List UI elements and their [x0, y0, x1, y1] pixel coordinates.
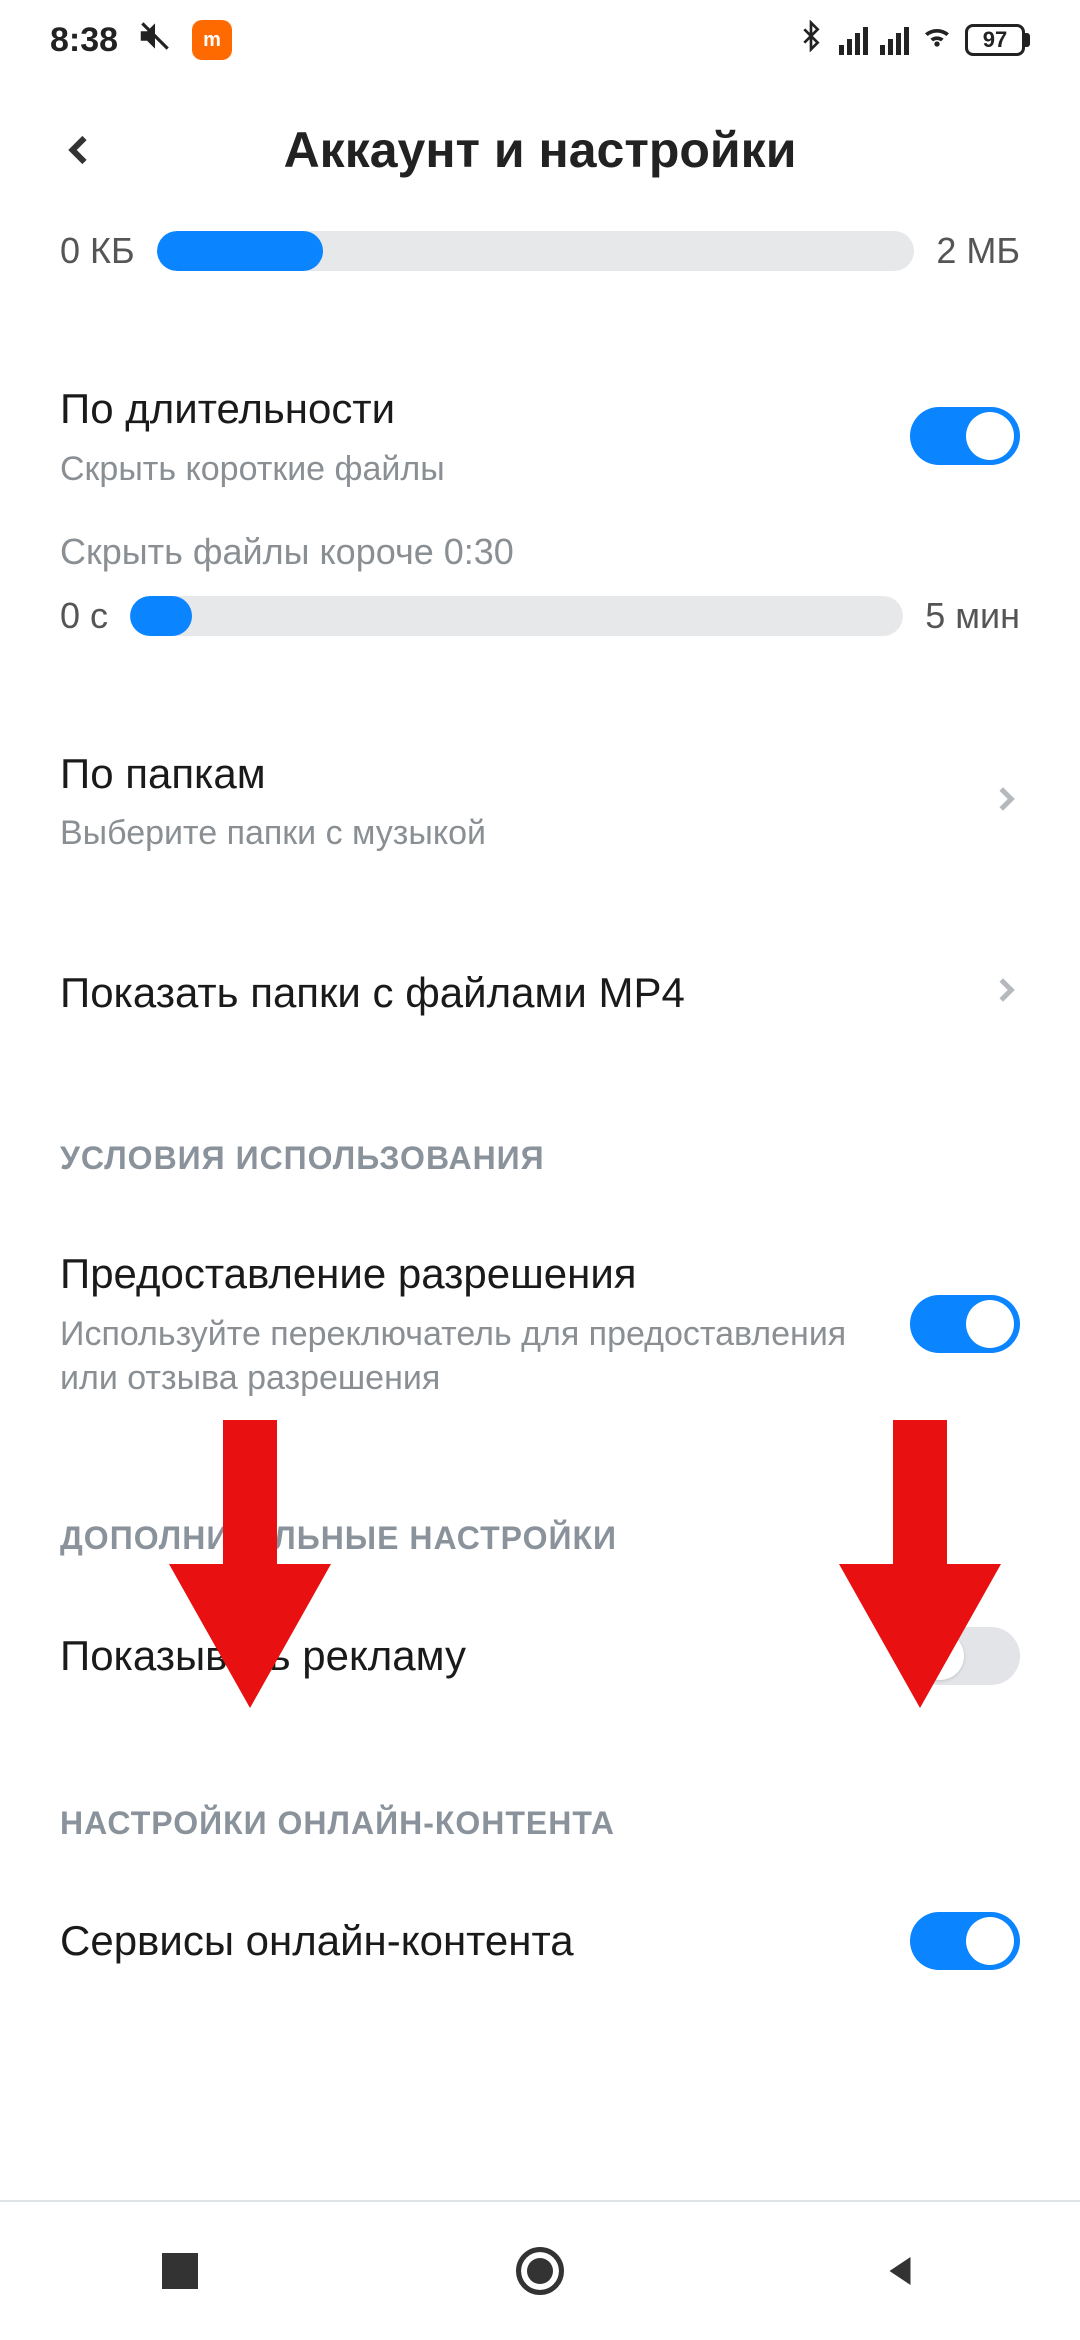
mp4-title: Показать папки с файлами MP4	[60, 966, 990, 1021]
chevron-right-icon	[990, 784, 1020, 819]
size-slider-track[interactable]	[157, 231, 915, 271]
duration-toggle[interactable]	[910, 407, 1020, 465]
status-time: 8:38	[50, 21, 118, 60]
folders-title: По папкам	[60, 747, 990, 802]
nav-home-button[interactable]	[510, 2241, 570, 2301]
system-nav-bar	[0, 2200, 1080, 2340]
online-services-title: Сервисы онлайн-контента	[60, 1914, 880, 1969]
permission-toggle[interactable]	[910, 1295, 1020, 1353]
annotation-arrow-left	[160, 1420, 340, 1713]
online-services-toggle[interactable]	[910, 1912, 1020, 1970]
section-terms: УСЛОВИЯ ИСПОЛЬЗОВАНИЯ	[60, 1140, 1020, 1177]
size-slider-fill	[157, 231, 324, 271]
chevron-right-icon	[990, 975, 1020, 1010]
size-min-label: 0 КБ	[60, 230, 135, 272]
battery-indicator: 97	[965, 24, 1030, 56]
status-bar: 8:38 m 97	[0, 0, 1080, 80]
mute-icon	[136, 17, 174, 64]
bluetooth-icon	[795, 20, 827, 61]
permission-subtitle: Используйте переключатель для предоставл…	[60, 1312, 880, 1400]
duration-max-label: 5 мин	[925, 595, 1020, 637]
folders-row[interactable]: По папкам Выберите папки с музыкой	[60, 747, 1020, 856]
duration-slider[interactable]: 0 с 5 мин	[60, 595, 1020, 637]
duration-hide-note: Скрыть файлы короче 0:30	[60, 531, 1020, 573]
page-title: Аккаунт и настройки	[50, 121, 1030, 179]
duration-slider-track[interactable]	[130, 596, 903, 636]
folders-subtitle: Выберите папки с музыкой	[60, 811, 990, 855]
mp4-row[interactable]: Показать папки с файлами MP4	[60, 966, 1020, 1021]
duration-row[interactable]: По длительности Скрыть короткие файлы	[60, 382, 1020, 491]
signal-bars-icon-2	[880, 25, 909, 55]
nav-back-button[interactable]	[870, 2241, 930, 2301]
nav-recents-button[interactable]	[150, 2241, 210, 2301]
wifi-icon	[921, 20, 953, 61]
duration-slider-fill	[130, 596, 192, 636]
permission-row[interactable]: Предоставление разрешения Используйте пе…	[60, 1247, 1020, 1400]
signal-bars-icon	[839, 25, 868, 55]
online-services-row[interactable]: Сервисы онлайн-контента	[60, 1912, 1020, 1970]
app-header: Аккаунт и настройки	[0, 80, 1080, 220]
duration-title: По длительности	[60, 382, 880, 437]
duration-subtitle: Скрыть короткие файлы	[60, 447, 880, 491]
size-max-label: 2 МБ	[936, 230, 1020, 272]
duration-min-label: 0 с	[60, 595, 108, 637]
battery-pct: 97	[983, 27, 1007, 53]
mi-app-icon: m	[192, 20, 232, 60]
permission-title: Предоставление разрешения	[60, 1247, 880, 1302]
section-online: НАСТРОЙКИ ОНЛАЙН-КОНТЕНТА	[60, 1805, 1020, 1842]
annotation-arrow-right	[830, 1420, 1010, 1713]
file-size-slider[interactable]: 0 КБ 2 МБ	[60, 230, 1020, 272]
